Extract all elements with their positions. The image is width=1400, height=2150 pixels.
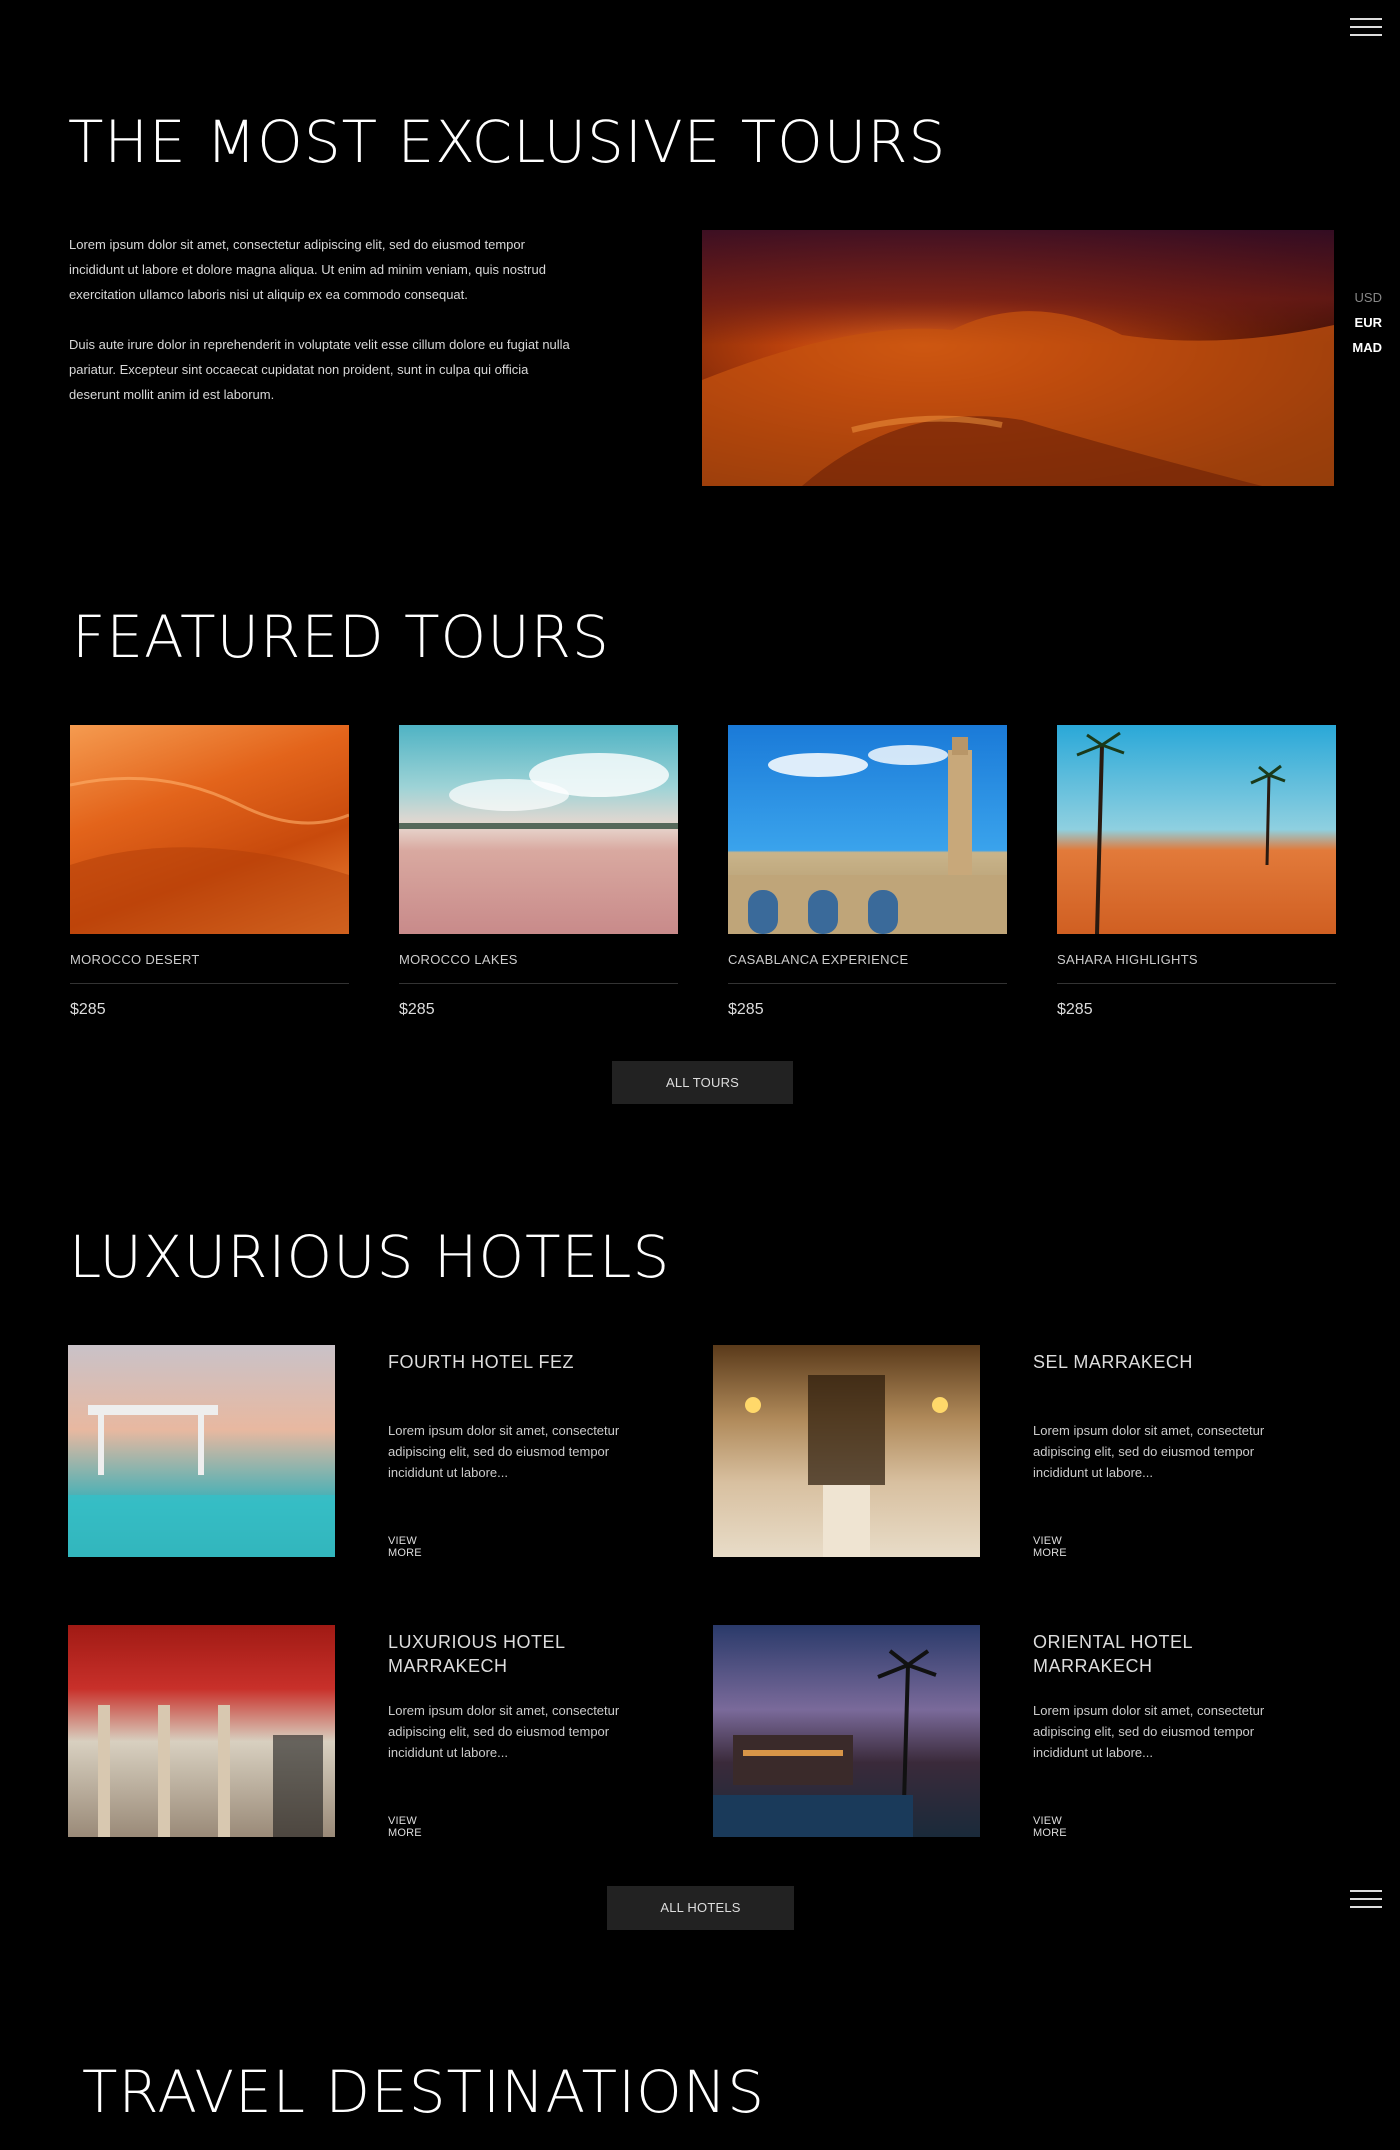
tour-image-casablanca[interactable]: [728, 725, 1007, 934]
all-tours-button[interactable]: ALL TOURS: [612, 1061, 793, 1104]
divider: [70, 983, 349, 984]
currency-option-mad[interactable]: MAD: [1352, 335, 1382, 360]
tour-card[interactable]: MOROCCO LAKES $285: [399, 725, 678, 1019]
intro-title: THE MOST EXCLUSIVE TOURS: [68, 108, 947, 176]
hotel-description: Lorem ipsum dolor sit amet, consectetur …: [388, 1423, 620, 1480]
tour-card[interactable]: CASABLANCA EXPERIENCE $285: [728, 725, 1007, 1019]
tour-image-lakes[interactable]: [399, 725, 678, 934]
tour-name[interactable]: SAHARA HIGHLIGHTS: [1057, 952, 1336, 967]
tour-name[interactable]: MOROCCO LAKES: [399, 952, 678, 967]
travel-destinations-title: TRAVEL DESTINATIONS: [82, 2058, 766, 2126]
view-more-link[interactable]: VIEW MORE: [1033, 1535, 1067, 1559]
currency-option-usd[interactable]: USD: [1352, 285, 1382, 310]
tour-price: $285: [728, 1001, 764, 1018]
intro-text: Lorem ipsum dolor sit amet, consectetur …: [69, 232, 579, 432]
intro-paragraph: Lorem ipsum dolor sit amet, consectetur …: [69, 237, 546, 302]
view-more-link[interactable]: VIEW MORE: [388, 1815, 422, 1839]
view-more-link[interactable]: VIEW MORE: [388, 1535, 422, 1559]
hotel-description: Lorem ipsum dolor sit amet, consectetur …: [1033, 1423, 1265, 1480]
featured-tours-title: FEATURED TOURS: [72, 603, 610, 671]
hero-desert-image: [702, 230, 1334, 486]
all-hotels-button[interactable]: ALL HOTELS: [607, 1886, 794, 1930]
tour-name[interactable]: MOROCCO DESERT: [70, 952, 349, 967]
tour-image-sahara[interactable]: [1057, 725, 1336, 934]
hotel-name[interactable]: SEL MARRAKECH: [1033, 1350, 1293, 1374]
hotel-name[interactable]: ORIENTAL HOTEL MARRAKECH: [1033, 1630, 1293, 1678]
hotel-name[interactable]: FOURTH HOTEL FEZ: [388, 1350, 648, 1374]
tour-name[interactable]: CASABLANCA EXPERIENCE: [728, 952, 1007, 967]
hotel-image-luxurious-marrakech[interactable]: [68, 1625, 335, 1837]
tour-card[interactable]: MOROCCO DESERT $285: [70, 725, 349, 1019]
hamburger-menu-icon[interactable]: [1350, 18, 1382, 38]
tour-image-desert[interactable]: [70, 725, 349, 934]
hotel-name[interactable]: LUXURIOUS HOTEL MARRAKECH: [388, 1630, 648, 1678]
hamburger-menu-icon[interactable]: [1350, 1890, 1382, 1910]
currency-option-eur[interactable]: EUR: [1352, 310, 1382, 335]
divider: [728, 983, 1007, 984]
hotel-image-fez[interactable]: [68, 1345, 335, 1557]
intro-paragraph: Duis aute irure dolor in reprehenderit i…: [69, 337, 570, 402]
tour-price: $285: [399, 1001, 435, 1018]
hotel-image-sel-marrakech[interactable]: [713, 1345, 980, 1557]
divider: [1057, 983, 1336, 984]
tour-card[interactable]: SAHARA HIGHLIGHTS $285: [1057, 725, 1336, 1019]
tour-price: $285: [1057, 1001, 1093, 1018]
hotel-description: Lorem ipsum dolor sit amet, consectetur …: [388, 1703, 620, 1760]
tour-price: $285: [70, 1001, 106, 1018]
hotel-image-oriental-marrakech[interactable]: [713, 1625, 980, 1837]
luxurious-hotels-title: LUXURIOUS HOTELS: [69, 1223, 671, 1291]
hotel-description: Lorem ipsum dolor sit amet, consectetur …: [1033, 1703, 1265, 1760]
view-more-link[interactable]: VIEW MORE: [1033, 1815, 1067, 1839]
divider: [399, 983, 678, 984]
currency-switcher: USD EUR MAD: [1352, 285, 1382, 360]
